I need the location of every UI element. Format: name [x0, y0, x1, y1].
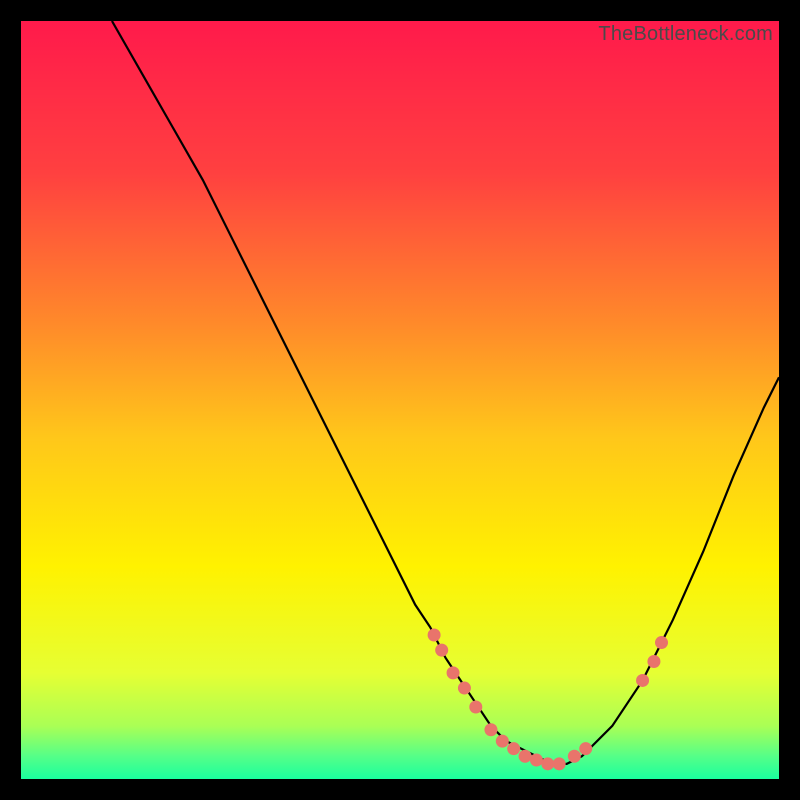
benchmark-point	[519, 750, 532, 763]
benchmark-point	[458, 682, 471, 695]
benchmark-point	[568, 750, 581, 763]
benchmark-point	[647, 655, 660, 668]
benchmark-point	[507, 742, 520, 755]
benchmark-point	[636, 674, 649, 687]
benchmark-point	[530, 754, 543, 767]
benchmark-point	[579, 742, 592, 755]
bottleneck-chart	[21, 21, 779, 779]
benchmark-point	[553, 757, 566, 770]
benchmark-point	[484, 723, 497, 736]
benchmark-point	[655, 636, 668, 649]
benchmark-point	[469, 700, 482, 713]
benchmark-point	[428, 628, 441, 641]
benchmark-point	[447, 666, 460, 679]
gradient-background	[21, 21, 779, 779]
benchmark-point	[435, 644, 448, 657]
watermark-text: TheBottleneck.com	[598, 23, 773, 46]
benchmark-point	[496, 735, 509, 748]
chart-frame: TheBottleneck.com	[21, 21, 779, 779]
benchmark-point	[541, 757, 554, 770]
